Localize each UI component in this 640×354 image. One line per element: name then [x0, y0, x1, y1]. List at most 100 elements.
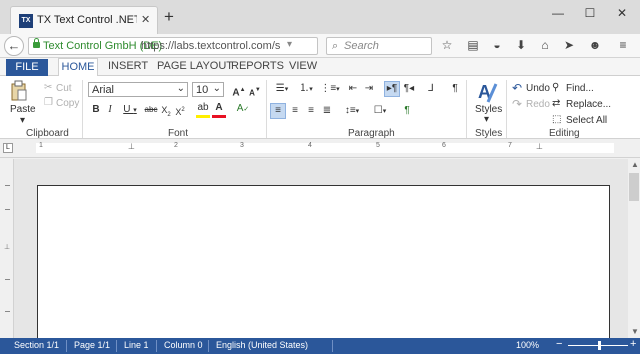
underline-icon[interactable]: U ▾	[120, 103, 140, 118]
download-icon[interactable]: ⬇	[512, 38, 530, 52]
ruler-tick	[5, 279, 10, 280]
justify-icon[interactable]: ≣	[320, 104, 334, 118]
find-button[interactable]: Find...	[566, 83, 594, 94]
url-dropdown-icon[interactable]: ▾	[287, 39, 292, 50]
document-page[interactable]	[37, 185, 610, 345]
smiley-icon[interactable]: ☻	[586, 38, 604, 52]
status-language[interactable]: English (United States)	[216, 340, 308, 350]
multilevel-list-icon[interactable]: ⋮≡▾	[320, 82, 340, 97]
zoom-in-icon[interactable]: +	[630, 338, 636, 350]
menu-icon[interactable]: ≡	[614, 38, 632, 52]
strikethrough-icon[interactable]: abc	[144, 103, 158, 117]
search-input[interactable]: ⌕ Search	[326, 37, 432, 55]
new-tab-plus-icon[interactable]: +	[164, 8, 174, 25]
decrease-indent-icon[interactable]: ⇤	[346, 82, 360, 96]
superscript-icon[interactable]: X2	[174, 103, 186, 119]
align-right-icon[interactable]: ≡	[304, 104, 318, 118]
maximize-icon[interactable]: ☐	[580, 6, 600, 20]
cut-icon: ✂	[44, 82, 53, 93]
document-canvas[interactable]: ⊥	[0, 159, 628, 345]
status-page: Page 1/1	[74, 340, 111, 350]
bullets-icon[interactable]: ☰▾	[272, 82, 292, 97]
paste-button[interactable]	[10, 80, 28, 102]
indent-marker-icon[interactable]: ⊥	[128, 142, 135, 151]
tab-view[interactable]: VIEW	[289, 60, 317, 72]
clipboard-icon	[11, 80, 27, 101]
shrink-font-icon[interactable]: A▼	[248, 83, 262, 100]
tab-insert[interactable]: INSERT	[108, 60, 148, 72]
increase-indent-icon[interactable]: ⇥	[362, 82, 376, 96]
show-marks-icon[interactable]: ¶	[448, 82, 462, 96]
send-icon[interactable]: ➤	[560, 38, 578, 52]
grow-font-icon[interactable]: A▲	[232, 83, 246, 100]
subscript-icon[interactable]: X2	[160, 103, 172, 122]
zoom-slider-thumb[interactable]	[598, 341, 601, 350]
align-center-icon[interactable]: ≡	[288, 104, 302, 118]
line-spacing-icon[interactable]: ↕≡▾	[342, 104, 362, 119]
status-column: Column 0	[164, 340, 203, 350]
divider	[208, 340, 209, 352]
numbering-icon[interactable]: ⒈▾	[296, 82, 316, 97]
undo-icon[interactable]: ↶	[512, 81, 522, 95]
font-group-label: Font	[168, 128, 189, 139]
clipboard-group-label: Clipboard	[26, 128, 69, 139]
styles-group-label: Styles	[475, 128, 503, 139]
horizontal-ruler[interactable]: L 1 ⊥ 2 3 4 5 6 7 ⊥	[0, 140, 640, 158]
vertical-scrollbar[interactable]: ▲ ▼	[628, 159, 640, 338]
close-window-icon[interactable]: ✕	[612, 6, 632, 20]
tab-home[interactable]: HOME	[58, 58, 98, 77]
home-icon[interactable]: ⌂	[536, 38, 554, 52]
paragraph-style-icon[interactable]: ¶	[400, 104, 414, 118]
highlight-icon[interactable]: ab	[196, 101, 210, 118]
italic-icon[interactable]: I	[104, 103, 116, 117]
styles-button[interactable]: A	[476, 80, 498, 103]
replace-button[interactable]: Replace...	[566, 99, 611, 110]
scroll-up-icon[interactable]: ▲	[631, 160, 639, 169]
styles-brush-icon: A	[478, 82, 498, 103]
ruler-tick	[5, 209, 10, 210]
bold-icon[interactable]: B	[90, 103, 102, 117]
chevron-down-icon: ⌄	[212, 83, 221, 94]
lock-icon	[33, 38, 40, 48]
ribbon-home: Paste ▾ ✂ Cut ❐ Copy Clipboard Arial ⌄ 1…	[0, 76, 640, 139]
tab-close-icon[interactable]: ✕	[141, 13, 150, 26]
tab-type-selector-icon[interactable]: L	[3, 143, 13, 153]
tab-stop-icon[interactable]: ⅃	[424, 82, 438, 96]
tab-file[interactable]: FILE	[6, 59, 48, 76]
reading-list-icon[interactable]: ▤	[464, 38, 482, 52]
ruler-strip[interactable]: 1 ⊥ 2 3 4 5 6 7 ⊥	[36, 142, 614, 153]
browser-tab[interactable]: TX TX Text Control .NET Serv... ✕	[10, 6, 158, 34]
font-size-select[interactable]: 10 ⌄	[192, 82, 224, 97]
zoom-out-icon[interactable]: −	[556, 338, 562, 350]
font-color-icon[interactable]: A	[212, 101, 226, 118]
back-arrow-icon[interactable]: ←	[4, 36, 24, 56]
align-left-icon[interactable]: ≡	[270, 103, 286, 119]
tab-page-layout[interactable]: PAGE LAYOUT	[157, 60, 233, 72]
divider	[82, 80, 83, 138]
pocket-icon[interactable]: ◒	[488, 38, 506, 52]
tab-reports[interactable]: REPORTS	[231, 60, 284, 72]
bookmark-star-icon[interactable]: ☆	[438, 38, 456, 52]
paste-label[interactable]: Paste	[10, 104, 36, 115]
right-indent-marker-icon[interactable]: ⊥	[536, 142, 543, 151]
clear-format-icon[interactable]: A✓	[236, 102, 250, 117]
ruler-tick	[5, 311, 10, 312]
vertical-ruler[interactable]: ⊥	[0, 159, 14, 338]
url-text[interactable]: https://labs.textcontrol.com/simp	[141, 40, 281, 52]
tab-title: TX Text Control .NET Serv...	[37, 14, 137, 26]
minimize-icon[interactable]: —	[548, 6, 568, 20]
rtl-direction-icon[interactable]: ¶◂	[402, 82, 416, 96]
styles-dropdown-icon[interactable]: ▾	[484, 114, 489, 125]
undo-button[interactable]: Undo	[526, 83, 550, 94]
borders-icon[interactable]: ☐▾	[370, 104, 390, 119]
url-bar[interactable]: Text Control GmbH (DE) https://labs.text…	[28, 37, 337, 55]
select-all-button[interactable]: Select All	[566, 115, 607, 126]
browser-tab-bar: TX TX Text Control .NET Serv... ✕ + — ☐ …	[0, 0, 640, 34]
ribbon-tab-bar: FILE HOME INSERT PAGE LAYOUT REPORTS VIE…	[0, 58, 640, 77]
ltr-direction-icon[interactable]: ▸¶	[384, 81, 400, 97]
scroll-down-icon[interactable]: ▼	[631, 327, 639, 336]
font-name-select[interactable]: Arial ⌄	[88, 82, 188, 97]
scrollbar-thumb[interactable]	[629, 173, 639, 201]
paste-dropdown-icon[interactable]: ▾	[20, 115, 25, 126]
divider	[156, 340, 157, 352]
